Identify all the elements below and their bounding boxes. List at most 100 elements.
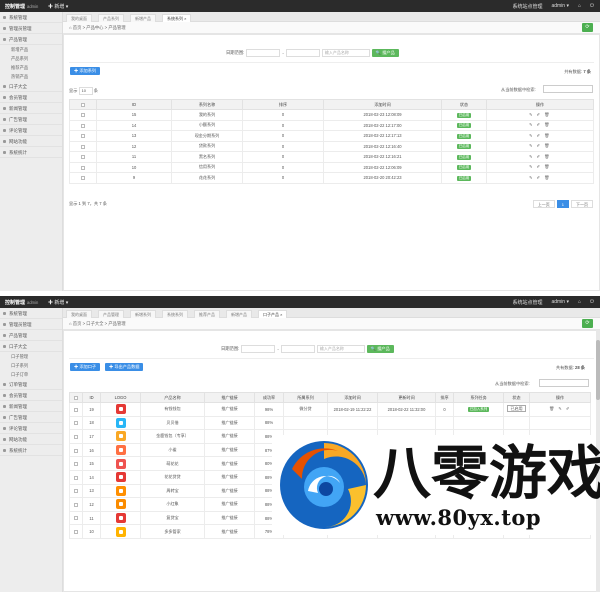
- sidebar-group[interactable]: 会员管理: [0, 92, 62, 103]
- table-search-input[interactable]: [539, 379, 589, 387]
- row-checkbox[interactable]: [74, 530, 78, 535]
- tab[interactable]: 系统系列 ×: [162, 14, 192, 22]
- date-end-input[interactable]: [280, 345, 315, 353]
- row-action-icons[interactable]: ✎ ✐ 🗑: [529, 164, 551, 169]
- column-header[interactable]: 更新时间: [377, 392, 436, 403]
- sidebar-subitem[interactable]: 口子管理: [0, 352, 62, 361]
- sidebar-group[interactable]: 管理员管理: [0, 319, 62, 330]
- date-start-input[interactable]: [246, 49, 281, 57]
- date-start-input[interactable]: [241, 345, 276, 353]
- row-checkbox[interactable]: [81, 155, 85, 160]
- site-link[interactable]: 系统站点管理: [512, 3, 542, 10]
- tab[interactable]: 我的桌面: [66, 310, 92, 318]
- column-header[interactable]: 添加时间: [327, 392, 378, 403]
- tab[interactable]: 新增产品: [130, 14, 156, 22]
- sidebar-subitem[interactable]: 推荐产品: [0, 63, 62, 72]
- row-checkbox[interactable]: [74, 502, 78, 507]
- sidebar-group[interactable]: 产品管理: [0, 34, 62, 45]
- cell-link[interactable]: 推广链接: [204, 456, 255, 471]
- sidebar-group[interactable]: 口子大全: [0, 81, 62, 92]
- row-checkbox[interactable]: [74, 421, 78, 426]
- row-checkbox[interactable]: [81, 165, 85, 170]
- row-action-icons[interactable]: ✎ ✐ 🗑: [529, 122, 551, 127]
- tab[interactable]: 我的桌面: [66, 14, 92, 22]
- sidebar-group[interactable]: 产品管理: [0, 330, 62, 341]
- site-link[interactable]: 系统站点管理: [512, 299, 542, 306]
- column-header[interactable]: 操作: [529, 392, 591, 403]
- home-icon[interactable]: ⌂: [578, 3, 581, 10]
- power-icon[interactable]: ⏻: [590, 3, 594, 10]
- sidebar-subitem[interactable]: 产品系列: [0, 54, 62, 63]
- date-end-input[interactable]: [285, 49, 320, 57]
- prev-page-button[interactable]: 上一页: [532, 200, 555, 208]
- sidebar-group[interactable]: 评论管理: [0, 125, 62, 136]
- select-all-checkbox[interactable]: [81, 102, 85, 107]
- export-button[interactable]: ✚ 导出产品数据: [105, 363, 144, 371]
- row-checkbox[interactable]: [81, 176, 85, 181]
- sidebar-group[interactable]: 新闻管理: [0, 401, 62, 412]
- sidebar-group[interactable]: 网站功能: [0, 434, 62, 445]
- cell-link[interactable]: 推广链接: [204, 469, 255, 485]
- tab[interactable]: 推荐产品: [194, 310, 220, 318]
- sidebar-subitem[interactable]: 新增产品: [0, 45, 62, 54]
- app-logo[interactable]: 控制管理 admin: [5, 299, 38, 306]
- column-header[interactable]: ID: [82, 392, 101, 403]
- column-header[interactable]: 成功率: [254, 392, 284, 403]
- keyword-input[interactable]: 输入产品名称: [321, 49, 370, 57]
- search-button[interactable]: 🔍 搜产品: [371, 49, 399, 57]
- tab[interactable]: 新增产品: [226, 310, 252, 318]
- add-product-button[interactable]: ✚ 添加口子: [70, 363, 101, 371]
- sidebar-group[interactable]: 系统管理: [0, 12, 62, 23]
- column-header[interactable]: ID: [96, 99, 172, 110]
- tab[interactable]: 新增系列: [130, 310, 156, 318]
- column-header[interactable]: [69, 99, 97, 110]
- column-header[interactable]: 操作: [486, 99, 594, 110]
- column-header[interactable]: 排序: [242, 99, 324, 110]
- sidebar-group[interactable]: 系统统计: [0, 147, 62, 158]
- row-action-icons[interactable]: 🗑 ✎ ✐: [549, 406, 571, 411]
- column-header[interactable]: 产品名称: [140, 392, 205, 403]
- cell-link[interactable]: 推广链接: [204, 524, 255, 539]
- row-checkbox[interactable]: [74, 516, 78, 521]
- app-logo[interactable]: 控制管理 admin: [5, 3, 38, 10]
- cell-link[interactable]: 推广链接: [204, 483, 255, 499]
- row-checkbox[interactable]: [74, 448, 78, 453]
- column-header[interactable]: 添加时间: [323, 99, 442, 110]
- row-action-icons[interactable]: ✎ ✐ 🗑: [529, 175, 551, 180]
- sidebar-group[interactable]: 系统统计: [0, 445, 62, 456]
- cell-link[interactable]: 推广链接: [204, 497, 255, 512]
- sidebar-group[interactable]: 新闻管理: [0, 103, 62, 114]
- row-checkbox[interactable]: [74, 462, 78, 467]
- sidebar-group[interactable]: 口子大全: [0, 341, 62, 352]
- cell-link[interactable]: 推广链接: [204, 429, 255, 444]
- new-dropdown[interactable]: ✚ 新增 ▾: [48, 3, 68, 10]
- row-action-icons[interactable]: ✎ ✐ 🗑: [529, 154, 551, 159]
- tab[interactable]: 口子产品 ×: [258, 310, 288, 318]
- sidebar-subitem[interactable]: 口子系列: [0, 361, 62, 370]
- sidebar-group[interactable]: 广告管理: [0, 412, 62, 423]
- cell-link[interactable]: 推广链接: [204, 402, 255, 417]
- tab[interactable]: 产品管理: [98, 310, 124, 318]
- select-all-checkbox[interactable]: [74, 395, 78, 400]
- user-menu[interactable]: admin ▾: [551, 299, 569, 306]
- column-header[interactable]: 排序: [435, 392, 454, 403]
- sidebar-group[interactable]: 管理员管理: [0, 23, 62, 34]
- row-checkbox[interactable]: [81, 144, 85, 149]
- column-header[interactable]: 推广链接: [204, 392, 255, 403]
- row-action-icons[interactable]: ✎ ✐ 🗑: [529, 112, 551, 117]
- column-header[interactable]: [69, 392, 83, 403]
- next-page-button[interactable]: 下一页: [571, 200, 593, 208]
- home-icon[interactable]: ⌂: [578, 299, 581, 306]
- sidebar-group[interactable]: 网站功能: [0, 136, 62, 147]
- row-checkbox[interactable]: [81, 123, 85, 128]
- tab[interactable]: 产品系列: [98, 14, 124, 22]
- column-header[interactable]: 所属系列: [283, 392, 328, 403]
- row-checkbox[interactable]: [74, 434, 78, 439]
- column-header[interactable]: 系列名称: [171, 99, 243, 110]
- user-menu[interactable]: admin ▾: [551, 3, 569, 10]
- cell-link[interactable]: 推广链接: [204, 442, 255, 458]
- sidebar-subitem[interactable]: 口子订单: [0, 370, 62, 379]
- page-1-button[interactable]: 1: [556, 200, 569, 208]
- column-header[interactable]: 系列任务: [453, 392, 504, 403]
- add-series-button[interactable]: ✚ 添加系列: [70, 67, 101, 75]
